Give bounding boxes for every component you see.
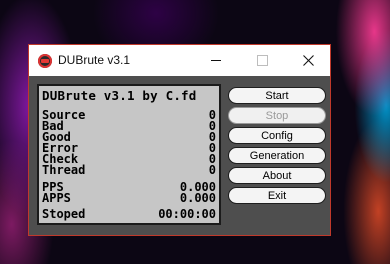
rate-value: 0.000: [179, 191, 216, 205]
start-button[interactable]: Start: [228, 87, 326, 104]
status-text: Stoped: [42, 207, 86, 221]
status-panel: DUBrute v3.1 by C.fd Source 0 Bad 0 Good…: [37, 84, 221, 225]
title-bar[interactable]: DUBrute v3.1: [29, 45, 330, 76]
config-button[interactable]: Config: [228, 127, 326, 144]
dubrute-window: DUBrute v3.1 DUBrute v3.1 by C.fd Source…: [28, 44, 331, 236]
rate-label: APPS: [42, 191, 71, 205]
stop-button: Stop: [228, 107, 326, 124]
status-row: Stoped 00:00:00: [42, 208, 216, 221]
generation-button[interactable]: Generation: [228, 147, 326, 164]
dubrute-app-icon[interactable]: [38, 54, 52, 68]
maximize-icon: [256, 55, 268, 66]
exit-button[interactable]: Exit: [228, 187, 326, 204]
stat-row-thread: Thread 0: [42, 164, 216, 176]
about-button[interactable]: About: [228, 167, 326, 184]
maximize-button: [240, 45, 284, 76]
stat-label: Thread: [42, 163, 86, 177]
panel-title: DUBrute v3.1 by C.fd: [42, 88, 197, 103]
minimize-icon: [211, 60, 221, 61]
stat-value: 0: [208, 163, 216, 177]
rate-row-apps: APPS 0.000: [42, 192, 216, 204]
minimize-button[interactable]: [194, 45, 238, 76]
elapsed-time: 00:00:00: [158, 207, 216, 221]
close-button[interactable]: [286, 45, 330, 76]
close-icon: [302, 55, 314, 66]
window-title: DUBrute v3.1: [58, 53, 131, 67]
